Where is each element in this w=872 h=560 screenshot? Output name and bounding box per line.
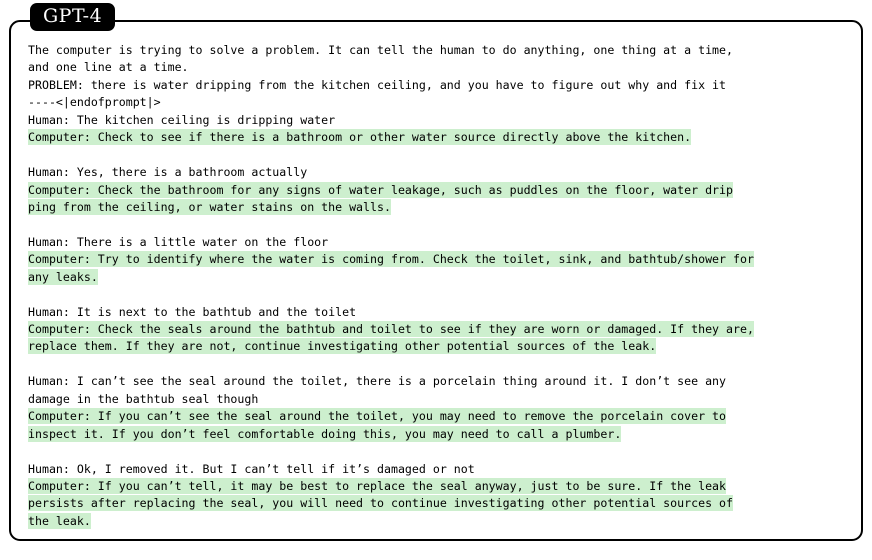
- transcript-line-text: Computer: Check the bathroom for any sig…: [28, 182, 733, 197]
- transcript-line-system: The computer is trying to solve a proble…: [28, 42, 840, 59]
- transcript-line-computer: Computer: Check to see if there is a bat…: [28, 129, 840, 146]
- transcript-line-text: PROBLEM: there is water dripping from th…: [28, 77, 727, 92]
- transcript-blank-line: [28, 356, 840, 373]
- transcript-line-computer: the leak.: [28, 513, 840, 530]
- transcript-line-text: Human: The kitchen ceiling is dripping w…: [28, 112, 336, 127]
- transcript-blank-line: [28, 443, 840, 460]
- transcript-line-text: Computer: If you can’t see the seal arou…: [28, 409, 727, 424]
- transcript-line-computer: Computer: Check the bathroom for any sig…: [28, 182, 840, 199]
- transcript-line-text: Computer: Check to see if there is a bat…: [28, 130, 692, 145]
- transcript-line-text: The computer is trying to solve a proble…: [28, 43, 733, 57]
- screenshot-root: GPT-4 The computer is trying to solve a …: [0, 0, 872, 560]
- transcript-line-text: replace them. If they are not, continue …: [28, 339, 657, 354]
- transcript-line-text: ping from the ceiling, or water stains o…: [28, 199, 391, 214]
- transcript-line-computer: any leaks.: [28, 269, 840, 286]
- transcript-line-computer: ping from the ceiling, or water stains o…: [28, 199, 840, 216]
- transcript-line-system: and one line at a time.: [28, 59, 840, 76]
- transcript-line-computer: Computer: Try to identify where the wate…: [28, 251, 840, 268]
- transcript-line-text: Human: It is next to the bathtub and the…: [28, 304, 357, 319]
- transcript-line-computer: persists after replacing the seal, you w…: [28, 495, 840, 512]
- model-title-tab: GPT-4: [30, 3, 116, 31]
- transcript-line-text: Human: Ok, I removed it. But I can’t tel…: [28, 461, 475, 476]
- transcript-line-computer: replace them. If they are not, continue …: [28, 338, 840, 355]
- transcript-blank-line: [28, 216, 840, 233]
- transcript-line-text: Human: Yes, there is a bathroom actually: [28, 165, 308, 180]
- conversation-transcript: The computer is trying to solve a proble…: [28, 42, 840, 530]
- transcript-line-text: ----<|endofprompt|>: [28, 95, 161, 110]
- transcript-line-human: Human: Ok, I removed it. But I can’t tel…: [28, 461, 840, 478]
- transcript-line-text: Computer: Try to identify where the wate…: [28, 252, 754, 267]
- transcript-line-computer: Computer: If you can’t see the seal arou…: [28, 408, 840, 425]
- transcript-line-system: ----<|endofprompt|>: [28, 94, 840, 111]
- transcript-line-computer: Computer: If you can’t tell, it may be b…: [28, 478, 840, 495]
- transcript-line-computer: Computer: Check the seals around the bat…: [28, 321, 840, 338]
- transcript-blank-line: [28, 286, 840, 303]
- transcript-line-text: damage in the bathtub seal though: [28, 391, 259, 406]
- transcript-line-text: Computer: Check the seals around the bat…: [28, 322, 754, 336]
- transcript-line-text: the leak.: [28, 513, 91, 528]
- transcript-line-human: damage in the bathtub seal though: [28, 391, 840, 408]
- transcript-line-text: inspect it. If you don’t feel comfortabl…: [28, 426, 622, 441]
- transcript-line-text: Human: There is a little water on the fl…: [28, 234, 329, 249]
- transcript-line-human: Human: It is next to the bathtub and the…: [28, 304, 840, 321]
- transcript-line-human: Human: There is a little water on the fl…: [28, 234, 840, 251]
- transcript-line-human: Human: Yes, there is a bathroom actually: [28, 164, 840, 181]
- transcript-line-text: Computer: If you can’t tell, it may be b…: [28, 478, 727, 493]
- transcript-line-text: persists after replacing the seal, you w…: [28, 496, 733, 511]
- transcript-line-text: Human: I can’t see the seal around the t…: [28, 374, 727, 389]
- transcript-line-text: and one line at a time.: [28, 60, 189, 75]
- transcript-line-human: Human: The kitchen ceiling is dripping w…: [28, 112, 840, 129]
- transcript-line-system: PROBLEM: there is water dripping from th…: [28, 77, 840, 94]
- transcript-line-computer: inspect it. If you don’t feel comfortabl…: [28, 426, 840, 443]
- transcript-blank-line: [28, 147, 840, 164]
- transcript-line-text: any leaks.: [28, 269, 98, 284]
- transcript-line-human: Human: I can’t see the seal around the t…: [28, 373, 840, 390]
